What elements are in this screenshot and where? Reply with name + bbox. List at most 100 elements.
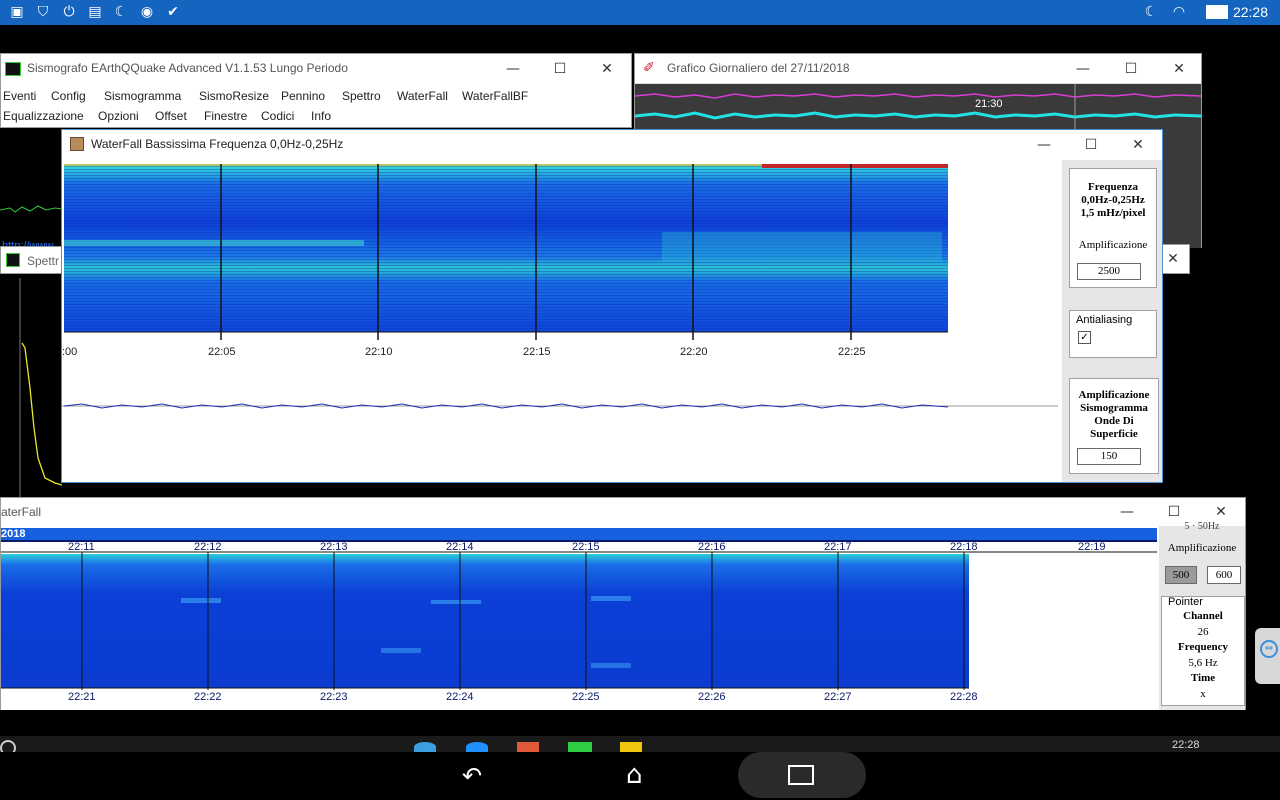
- menu-eventi[interactable]: Eventi: [3, 89, 36, 103]
- menu-equalizzazione[interactable]: Equalizzazione: [3, 109, 84, 123]
- taskbar-clock: 22:28: [1172, 739, 1200, 751]
- recents-button[interactable]: [738, 752, 866, 798]
- windows-taskbar: 22:28: [0, 736, 1280, 756]
- waterfall-bf-titlebar[interactable]: WaterFall Bassissima Frequenza 0,0Hz-0,2…: [62, 130, 1162, 160]
- waterfall-titlebar[interactable]: aterFall — ☐ ✕: [1, 498, 1245, 526]
- frequency-label: Frequenza: [1088, 181, 1138, 193]
- close-button[interactable]: ✕: [595, 59, 619, 79]
- seismo-label-1: Amplificazione: [1078, 389, 1150, 401]
- minimize-button[interactable]: —: [501, 59, 525, 79]
- battery-icon: [1206, 5, 1228, 19]
- recents-icon: [788, 765, 814, 785]
- background-seismogram: http://www: [0, 128, 62, 498]
- close-button[interactable]: ✕: [1161, 249, 1185, 269]
- maximize-button[interactable]: ☐: [548, 59, 572, 79]
- gallery-icon: ▣: [10, 4, 24, 20]
- frequency-value: 5,6 Hz: [1188, 656, 1218, 669]
- app-icon[interactable]: [517, 742, 539, 752]
- daily-time-label: 21:30: [975, 98, 1003, 110]
- close-button[interactable]: ✕: [1126, 135, 1150, 155]
- home-icon[interactable]: ⌂: [626, 760, 643, 790]
- minimize-button[interactable]: —: [1032, 135, 1056, 155]
- chat-icon: ◉: [140, 4, 154, 20]
- antialiasing-checkbox[interactable]: ✓: [1078, 331, 1091, 344]
- main-titlebar[interactable]: Sismografo EArthQQuake Advanced V1.1.53 …: [1, 54, 631, 84]
- bottom-tick: 22:25: [572, 691, 600, 703]
- menu-waterfall[interactable]: WaterFall: [397, 89, 448, 103]
- minimize-button[interactable]: —: [1071, 59, 1095, 79]
- seismograph-icon[interactable]: [568, 742, 592, 752]
- side-floating-tab[interactable]: ⇔: [1255, 628, 1280, 684]
- waterfall-icon: [70, 137, 84, 151]
- spettro-window[interactable]: Spettr: [0, 246, 62, 274]
- menu-codici[interactable]: Codici: [261, 109, 294, 123]
- side-header: 5 · 50Hz: [1184, 521, 1220, 532]
- amplification-max-input[interactable]: 600: [1207, 566, 1241, 584]
- daily-title: Grafico Giornaliero del 27/11/2018: [667, 61, 850, 75]
- year-label: 2018: [1, 528, 26, 540]
- maximize-button[interactable]: ☐: [1079, 135, 1103, 155]
- bottom-tick: 22:24: [446, 691, 474, 703]
- menu-waterfallbf[interactable]: WaterFallBF: [462, 89, 528, 103]
- menu-opzioni[interactable]: Opzioni: [98, 109, 139, 123]
- waterfall-bf-spectrogram[interactable]: [62, 160, 1062, 482]
- time-value: x: [1200, 687, 1206, 700]
- bottom-tick: 22:22: [194, 691, 222, 703]
- expand-icon: ⇔: [1260, 640, 1278, 658]
- shield-icon: ⛉: [37, 4, 49, 20]
- maximize-button[interactable]: ☐: [1119, 59, 1143, 79]
- amplification-input[interactable]: 2500: [1077, 263, 1141, 280]
- close-button[interactable]: ✕: [1209, 502, 1233, 522]
- daily-titlebar[interactable]: ✐ Grafico Giornaliero del 27/11/2018 — ☐…: [635, 54, 1201, 84]
- frequency-resolution: 1,5 mHz/pixel: [1080, 207, 1146, 219]
- menu-pennino[interactable]: Pennino: [281, 89, 325, 103]
- seismogram-group: Amplificazione Sismogramma Onde Di Super…: [1069, 378, 1159, 474]
- bottom-tick: 22:27: [824, 691, 852, 703]
- folder-icon[interactable]: [620, 742, 642, 752]
- top-tick: 22:15: [572, 541, 600, 553]
- frequency-range: 0,0Hz-0,25Hz: [1081, 194, 1145, 206]
- pointer-label: Pointer: [1168, 596, 1203, 608]
- waterfall-window[interactable]: aterFall — ☐ ✕ 2018 22:11 22:12 22:13 22…: [0, 497, 1246, 710]
- close-button[interactable]: ✕: [1167, 59, 1191, 79]
- status-bar: ▣ ⛉ ⏻ ▤ ☾ ◉ ✔ ☾ ◠ 22:28: [0, 0, 1280, 25]
- background-window-edge[interactable]: ✕: [1160, 244, 1190, 274]
- back-icon[interactable]: ↶: [462, 762, 482, 790]
- top-tick: 22:12: [194, 541, 222, 553]
- antialiasing-group: Antialiasing ✓: [1069, 310, 1157, 358]
- top-tick: 22:14: [446, 541, 474, 553]
- top-tick: 22:16: [698, 541, 726, 553]
- seismo-label-4: Superficie: [1090, 428, 1138, 440]
- minimize-button[interactable]: —: [1115, 502, 1139, 522]
- menu-sismoresize[interactable]: SismoResize: [199, 89, 269, 103]
- main-title: Sismografo EArthQQuake Advanced V1.1.53 …: [27, 61, 348, 75]
- app-icon: [5, 62, 21, 76]
- waterfall-spectrogram[interactable]: [1, 528, 1159, 710]
- menu-spettro[interactable]: Spettro: [342, 89, 381, 103]
- app-icon[interactable]: [466, 742, 488, 752]
- maximize-button[interactable]: ☐: [1162, 502, 1186, 522]
- top-tick: 22:19: [1078, 541, 1106, 553]
- main-window[interactable]: Sismografo EArthQQuake Advanced V1.1.53 …: [0, 53, 632, 128]
- bottom-tick: 22:23: [320, 691, 348, 703]
- amplification-min-input[interactable]: 500: [1165, 566, 1197, 584]
- bottom-tick: 22:28: [950, 691, 978, 703]
- menu-finestre[interactable]: Finestre: [204, 109, 247, 123]
- time-tick: 22:15: [523, 346, 551, 358]
- menu-offset[interactable]: Offset: [155, 109, 187, 123]
- seismo-label-2: Sismogramma: [1080, 402, 1148, 414]
- seismo-amplification-input[interactable]: 150: [1077, 448, 1141, 465]
- menu-sismogramma[interactable]: Sismogramma: [104, 89, 181, 103]
- check-icon: ✔: [167, 4, 179, 20]
- power-icon: ⏻: [63, 4, 75, 20]
- seismo-label-3: Onde Di: [1094, 415, 1134, 427]
- waterfall-bf-content: :00 22:05 22:10 22:15 22:20 22:25: [62, 160, 1062, 482]
- moon-icon: ☾: [114, 4, 128, 20]
- menu-config[interactable]: Config: [51, 89, 86, 103]
- waterfall-bf-window[interactable]: WaterFall Bassissima Frequenza 0,0Hz-0,2…: [61, 129, 1163, 483]
- menu-info[interactable]: Info: [311, 109, 331, 123]
- channel-label: Channel: [1183, 610, 1223, 622]
- browser-icon[interactable]: [414, 742, 436, 752]
- app-icon: [6, 253, 20, 267]
- status-clock: 22:28: [1232, 4, 1268, 20]
